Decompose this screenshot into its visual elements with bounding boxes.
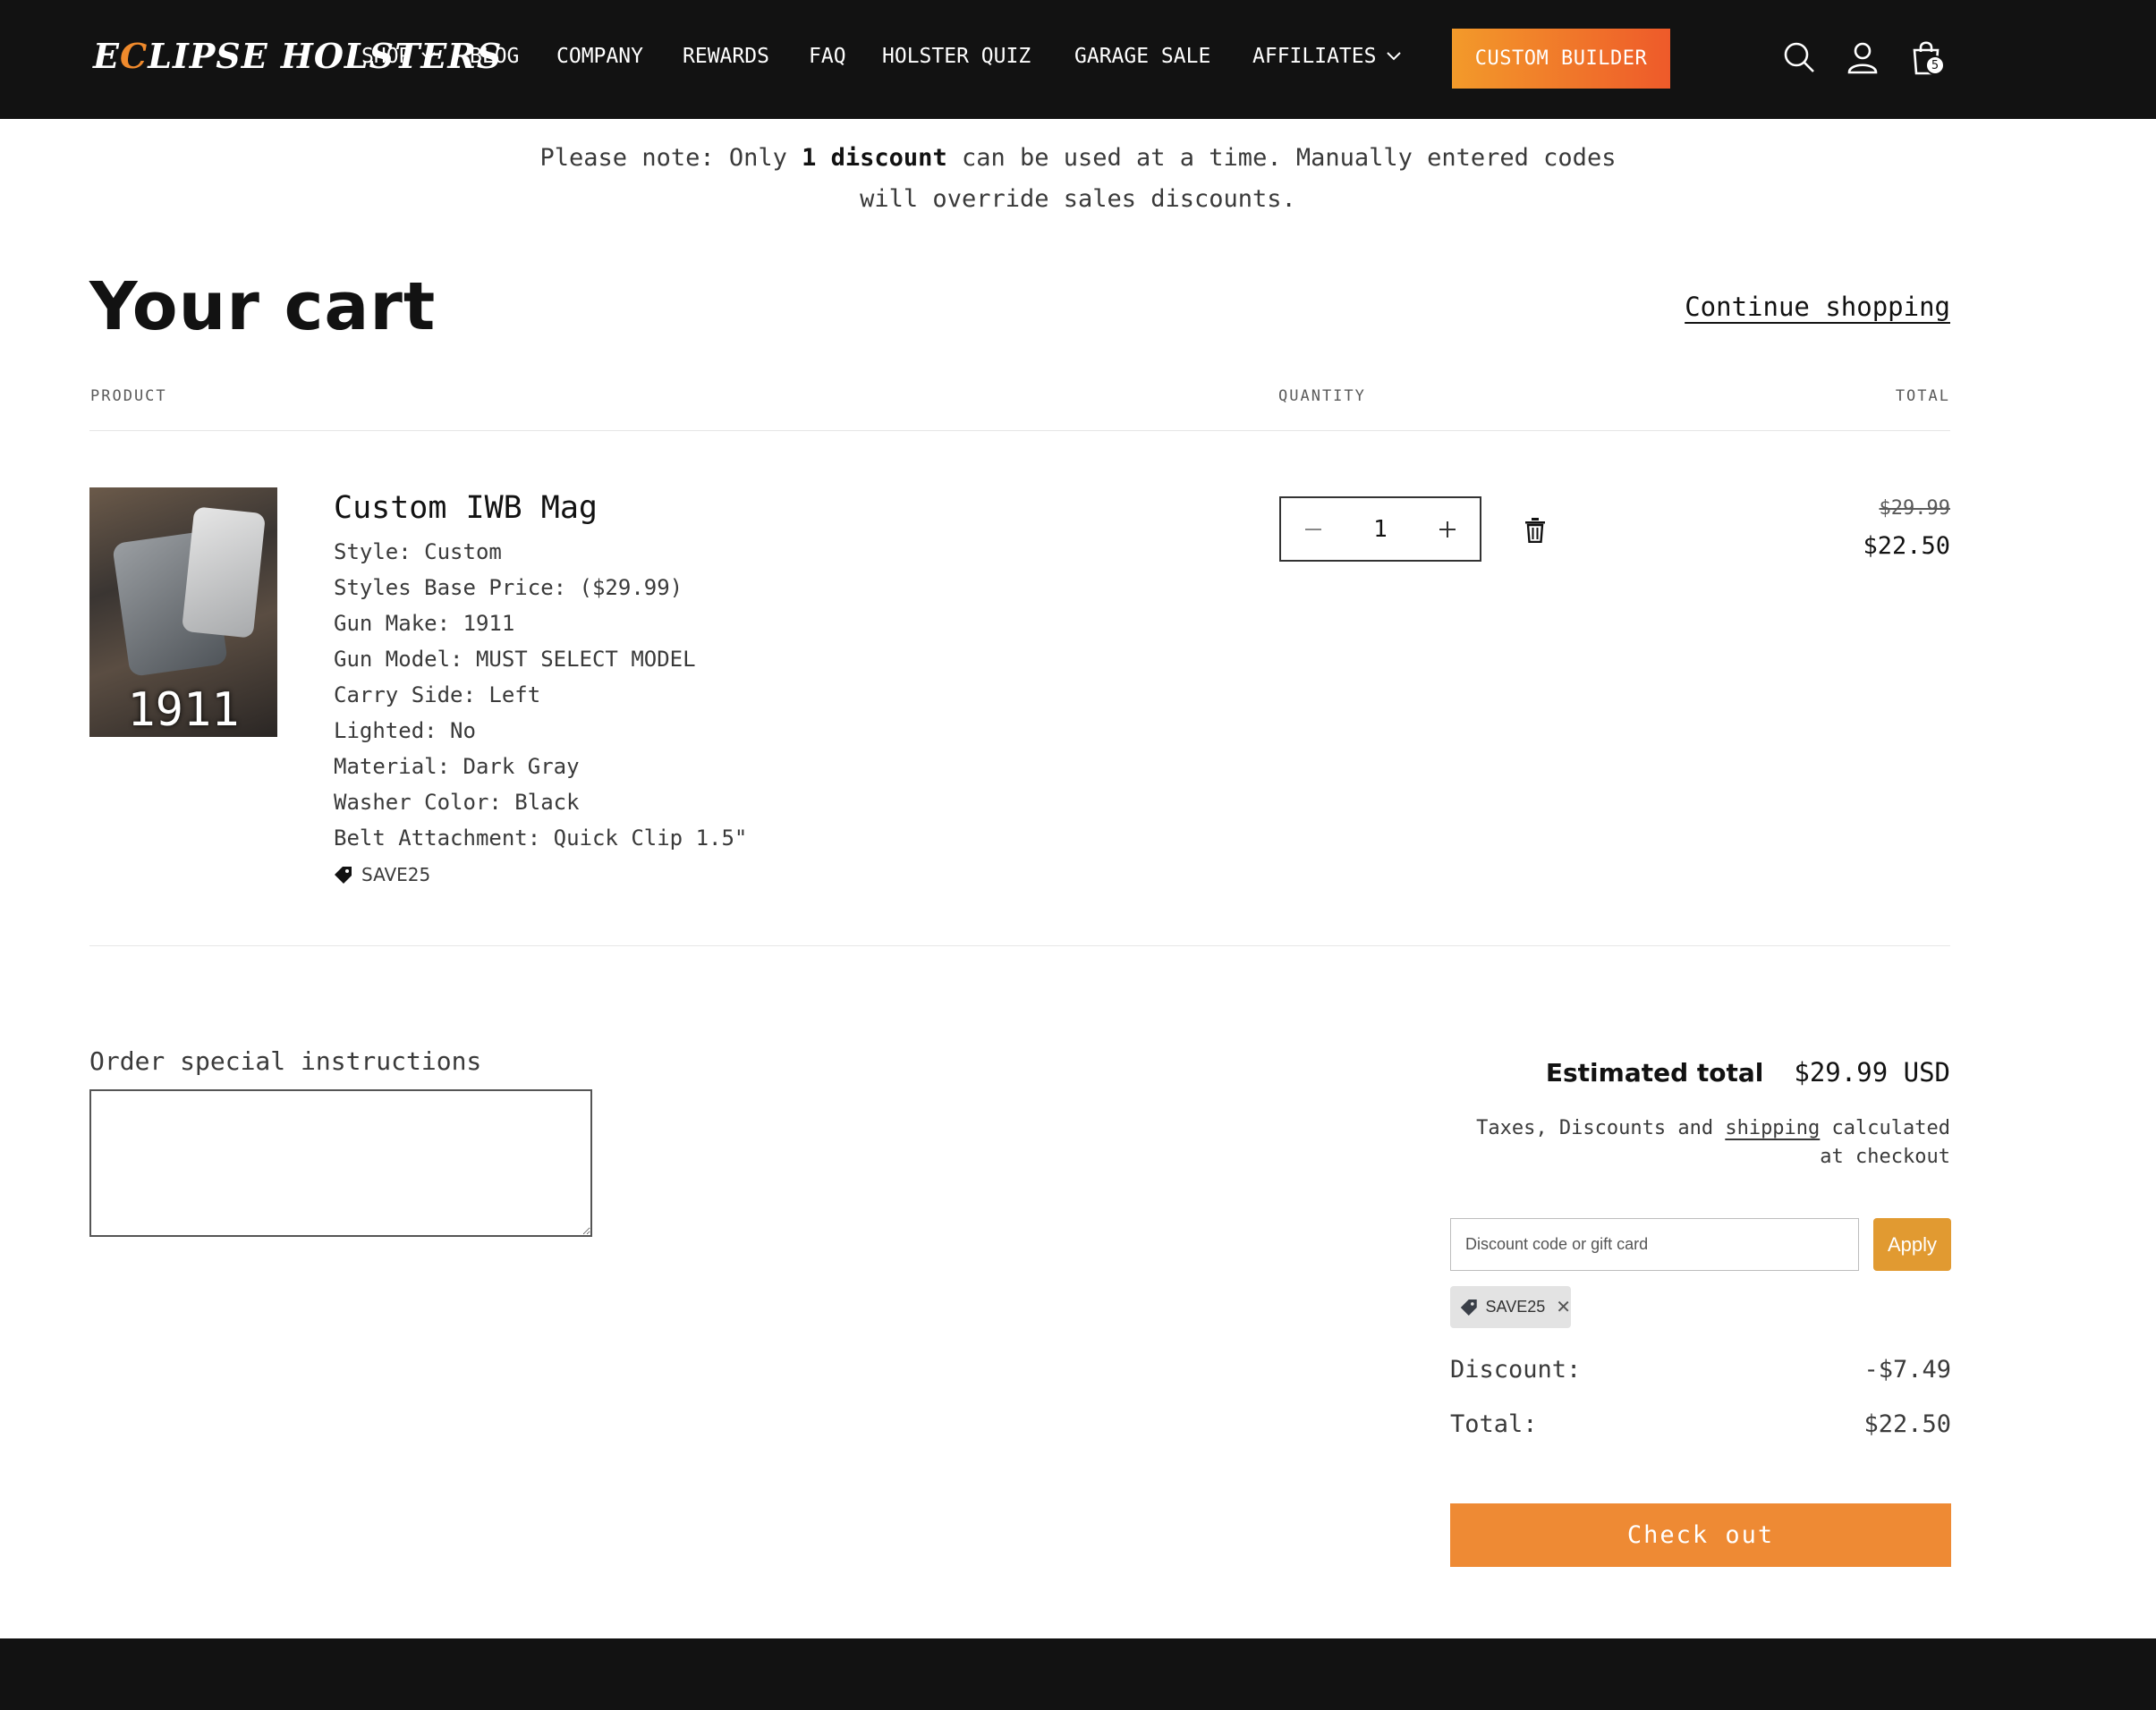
item-discount-code: SAVE25 [361, 864, 431, 885]
nav-rewards[interactable]: REWARDS [683, 45, 769, 68]
site-header: ECLIPSE HOLSTERS SHOP BLOG COMPANY REWAR… [0, 0, 2156, 119]
estimated-total: Estimated total $29.99 USD [1546, 1057, 1950, 1088]
product-property: Gun Make: 1911 [334, 611, 515, 636]
product-property: Gun Model: MUST SELECT MODEL [334, 647, 696, 672]
chevron-down-icon [421, 52, 437, 61]
nav-holster-quiz-label: HOLSTER QUIZ [882, 45, 1031, 68]
nav-company[interactable]: COMPANY [556, 45, 643, 68]
shipping-link[interactable]: shipping [1725, 1117, 1820, 1139]
notice-text: can be used at a time. Manually entered … [946, 144, 1617, 172]
remove-item-trash-icon[interactable] [1524, 518, 1547, 543]
estimated-total-label: Estimated total [1545, 1058, 1764, 1088]
page-title: Your cart [89, 268, 437, 345]
tax-note: Taxes, Discounts and shipping calculated… [1449, 1114, 1950, 1172]
nav-holster-quiz[interactable]: HOLSTER QUIZ [882, 45, 1031, 68]
quantity-stepper [1279, 496, 1481, 562]
product-property: Carry Side: Left [334, 682, 541, 707]
logo-accent-letter: C [119, 36, 149, 76]
tag-icon [1460, 1299, 1477, 1316]
nav-affiliates-label: AFFILIATES [1252, 45, 1377, 68]
nav-faq[interactable]: FAQ [809, 45, 846, 68]
product-property: Material: Dark Gray [334, 754, 580, 779]
item-discount-tag: SAVE25 [334, 864, 430, 885]
continue-shopping-link[interactable]: Continue shopping [1685, 292, 1950, 322]
product-property: Lighted: No [334, 718, 476, 743]
site-footer [0, 1638, 2156, 1710]
nav-shop[interactable]: SHOP [361, 45, 437, 68]
product-property: Styles Base Price: ($29.99) [334, 575, 683, 600]
tag-icon [335, 866, 352, 884]
discount-code-input[interactable] [1450, 1218, 1859, 1271]
minus-icon [1305, 528, 1321, 530]
applied-discount-code: SAVE25 [1485, 1298, 1546, 1316]
nav-blog-label: BLOG [470, 45, 520, 68]
product-property: Washer Color: Black [334, 790, 580, 815]
instructions-label: Order special instructions [89, 1046, 482, 1076]
nav-garage-sale[interactable]: GARAGE SALE [1074, 45, 1210, 68]
logo-text: LIPSE HOLSTERS [148, 36, 503, 76]
notice-text: Please note: Only [539, 144, 802, 172]
logo-letter: E [93, 36, 120, 76]
divider [89, 430, 1950, 431]
product-property: Belt Attachment: Quick Clip 1.5" [334, 825, 748, 851]
decrease-quantity-button[interactable] [1281, 498, 1345, 560]
discount-label: Discount: [1450, 1356, 1582, 1384]
divider [89, 945, 1950, 946]
special-instructions-textarea[interactable] [89, 1089, 592, 1237]
column-header-total: TOTAL [1895, 387, 1950, 405]
discount-notice: Please note: Only 1 discount can be used… [0, 138, 2156, 220]
total-value: $22.50 [1863, 1410, 1951, 1438]
product-image-caption: 1911 [127, 683, 240, 737]
total-label: Total: [1450, 1410, 1538, 1438]
chevron-down-icon [1387, 52, 1402, 61]
nav-rewards-label: REWARDS [683, 45, 769, 68]
nav-faq-label: FAQ [809, 45, 846, 68]
increase-quantity-button[interactable] [1415, 498, 1480, 560]
discount-value: -$7.49 [1863, 1356, 1951, 1384]
product-property: Style: Custom [334, 539, 502, 564]
notice-text: will override sales discounts. [860, 185, 1296, 213]
product-image[interactable]: 1911 [89, 487, 277, 737]
nav-affiliates[interactable]: AFFILIATES [1252, 45, 1402, 68]
apply-discount-button[interactable]: Apply [1873, 1218, 1951, 1271]
notice-bold: 1 discount [802, 144, 947, 172]
discount-row: Discount: -$7.49 [1450, 1356, 1951, 1384]
applied-discount-chip: SAVE25 ✕ [1450, 1286, 1571, 1328]
product-name-link[interactable]: Custom IWB Mag [334, 490, 598, 526]
nav-garage-sale-label: GARAGE SALE [1074, 45, 1211, 68]
account-icon[interactable] [1845, 39, 1880, 75]
nav-company-label: COMPANY [556, 45, 643, 68]
nav-blog[interactable]: BLOG [470, 45, 519, 68]
plus-icon [1439, 521, 1456, 538]
remove-discount-close-icon[interactable]: ✕ [1556, 1296, 1571, 1318]
holster-graphic [181, 506, 267, 639]
checkout-button[interactable]: Check out [1450, 1503, 1951, 1567]
column-header-product: PRODUCT [90, 387, 167, 405]
nav-shop-label: SHOP [361, 45, 412, 68]
custom-builder-button[interactable]: CUSTOM BUILDER [1452, 29, 1670, 89]
quantity-input[interactable] [1345, 514, 1415, 544]
search-icon[interactable] [1781, 39, 1817, 75]
estimated-total-value: $29.99 USD [1794, 1057, 1950, 1088]
column-header-quantity: QUANTITY [1278, 387, 1366, 405]
total-row: Total: $22.50 [1450, 1410, 1951, 1438]
discounted-price: $22.50 [1863, 532, 1950, 560]
tax-note-text: calculated at checkout [1820, 1117, 1950, 1168]
tax-note-text: Taxes, Discounts and [1476, 1117, 1726, 1139]
brand-logo[interactable]: ECLIPSE HOLSTERS [93, 36, 502, 80]
original-price: $29.99 [1879, 497, 1950, 520]
cart-count-badge: 5 [1925, 55, 1945, 75]
